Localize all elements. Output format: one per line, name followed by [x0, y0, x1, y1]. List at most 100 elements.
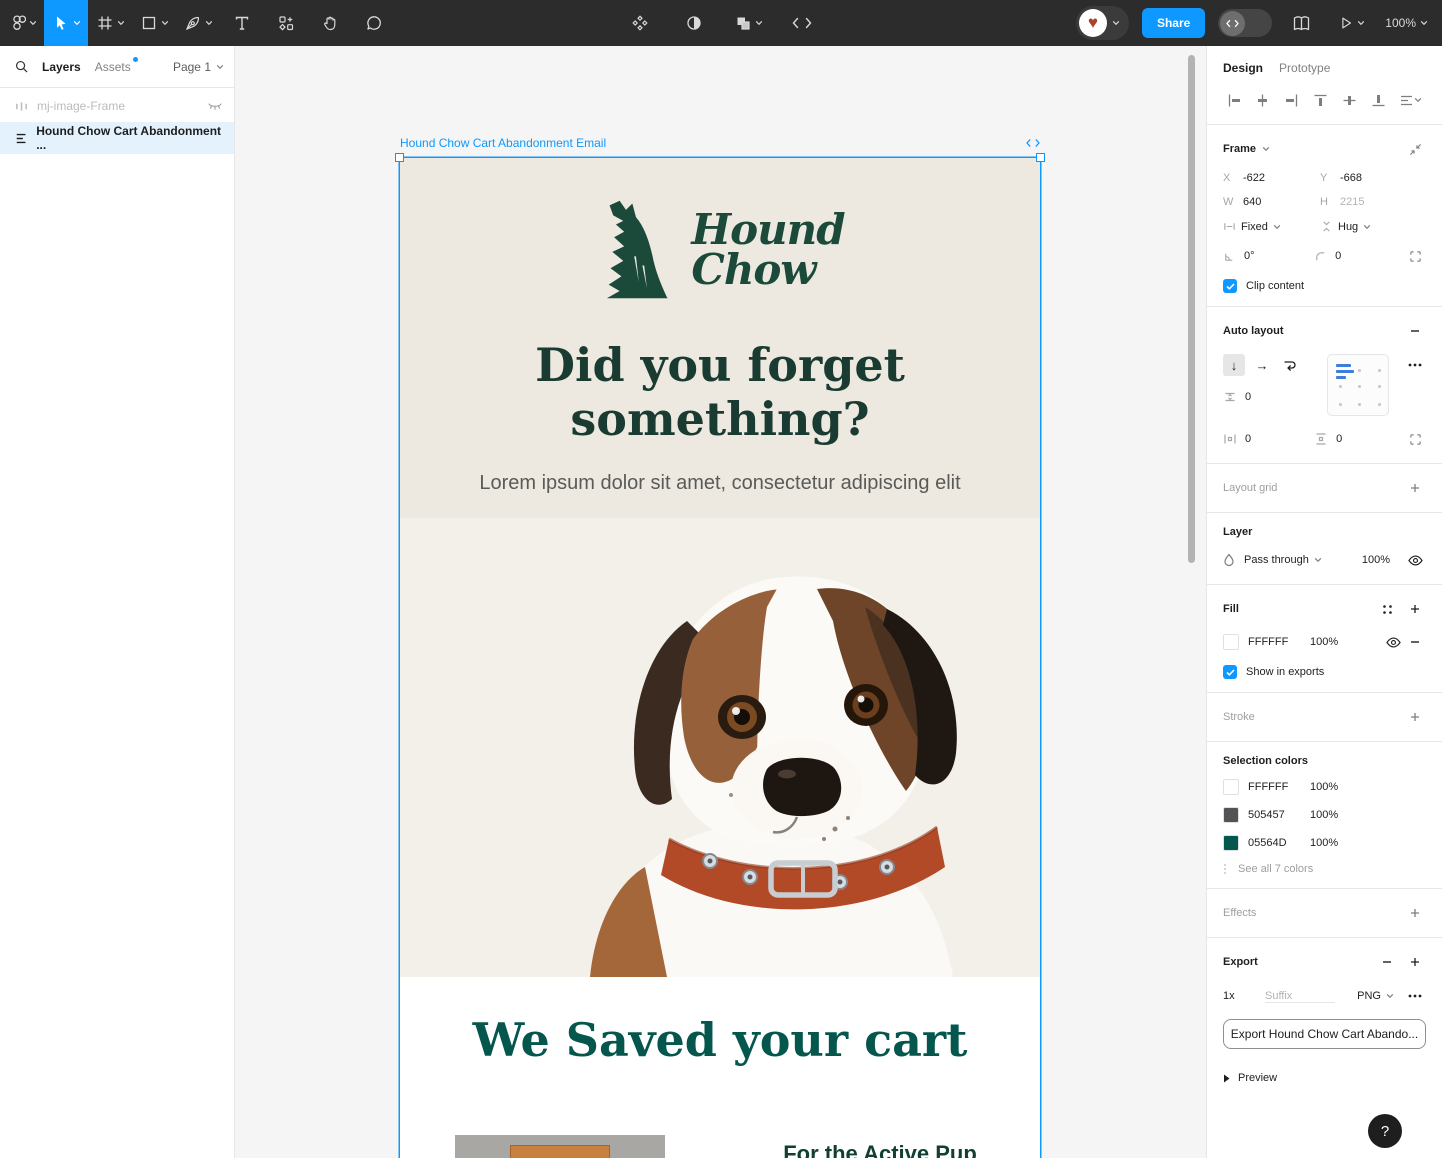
fill-color-swatch[interactable]	[1223, 634, 1239, 650]
remove-auto-layout-icon[interactable]	[1404, 320, 1426, 342]
account-menu[interactable]: ♥	[1076, 6, 1129, 40]
zoom-menu[interactable]: 100%	[1385, 16, 1428, 30]
frame-devmode-icon[interactable]	[1026, 138, 1040, 148]
color-swatch[interactable]	[1223, 779, 1239, 795]
product-image[interactable]	[455, 1135, 665, 1158]
frame-tool-button[interactable]	[88, 0, 132, 46]
search-icon[interactable]	[15, 60, 28, 73]
align-bottom-icon[interactable]	[1367, 89, 1389, 111]
horizontal-sizing-dropdown[interactable]: Fixed	[1223, 220, 1320, 233]
mask-button[interactable]	[672, 0, 716, 46]
hand-tool-button[interactable]	[308, 0, 352, 46]
layout-horizontal-icon[interactable]: →	[1251, 354, 1273, 376]
layer-row-mj-image-frame[interactable]: mj-image-Frame	[0, 90, 234, 122]
library-button[interactable]	[1285, 0, 1318, 46]
main-menu-button[interactable]	[0, 0, 44, 46]
dev-mode-toggle[interactable]	[1218, 9, 1272, 37]
dog-photo[interactable]	[400, 518, 1040, 977]
shape-tool-button[interactable]	[132, 0, 176, 46]
share-button[interactable]: Share	[1142, 8, 1205, 38]
tab-prototype[interactable]: Prototype	[1279, 61, 1330, 75]
add-layout-grid-icon[interactable]	[1404, 477, 1426, 499]
page-selector[interactable]: Page 1	[173, 60, 224, 74]
frame-title-label[interactable]: Hound Chow Cart Abandonment Email	[400, 136, 606, 150]
horizontal-padding-field[interactable]: 0	[1223, 432, 1314, 446]
alignment-grid[interactable]	[1327, 354, 1389, 416]
layer-opacity-field[interactable]: 100%	[1362, 554, 1390, 566]
vertical-sizing-dropdown[interactable]: Hug	[1320, 220, 1417, 233]
help-button[interactable]: ?	[1368, 1114, 1402, 1148]
remove-export-icon[interactable]	[1376, 951, 1398, 973]
layout-vertical-icon[interactable]: ↓	[1223, 354, 1245, 376]
comment-tool-button[interactable]	[352, 0, 396, 46]
align-vertical-center-icon[interactable]	[1338, 89, 1360, 111]
auto-layout-options-icon[interactable]	[1404, 354, 1426, 376]
add-stroke-icon[interactable]	[1404, 706, 1426, 728]
product-title[interactable]: For the Active Pup	[783, 1135, 977, 1158]
color-swatch[interactable]	[1223, 835, 1239, 851]
fill-visibility-icon[interactable]	[1382, 631, 1404, 653]
present-button[interactable]	[1331, 0, 1372, 46]
add-effect-icon[interactable]	[1404, 902, 1426, 924]
selection-color-row[interactable]: 505457 100%	[1223, 807, 1426, 823]
selection-color-row[interactable]: FFFFFF 100%	[1223, 779, 1426, 795]
see-all-colors-link[interactable]: See all 7 colors	[1223, 863, 1426, 875]
boolean-groups-button[interactable]	[726, 0, 770, 46]
individual-padding-icon[interactable]	[1405, 428, 1426, 450]
vertical-padding-field[interactable]: 0	[1314, 432, 1405, 446]
canvas-scrollbar[interactable]	[1188, 55, 1195, 563]
canvas[interactable]: Hound Chow Cart Abandonment Email Hound …	[235, 46, 1206, 1158]
move-tool-button[interactable]	[44, 0, 88, 46]
remove-fill-icon[interactable]	[1404, 631, 1426, 653]
x-field[interactable]: X -622	[1223, 172, 1320, 184]
blend-mode-dropdown[interactable]: Pass through	[1244, 554, 1322, 566]
email-header-section[interactable]: Hound Chow Did you forget something? Lor…	[400, 158, 1040, 977]
export-format-dropdown[interactable]: PNG	[1357, 990, 1394, 1002]
collapse-panel-icon[interactable]	[1404, 138, 1426, 160]
show-in-exports-row[interactable]: Show in exports	[1223, 665, 1426, 679]
export-button[interactable]: Export Hound Chow Cart Abando...	[1223, 1019, 1426, 1049]
align-right-icon[interactable]	[1281, 89, 1303, 111]
independent-corners-icon[interactable]	[1405, 245, 1426, 267]
tab-assets[interactable]: Assets	[95, 60, 131, 74]
color-swatch[interactable]	[1223, 807, 1239, 823]
clip-content-row[interactable]: Clip content	[1223, 279, 1426, 293]
fill-styles-icon[interactable]	[1376, 598, 1398, 620]
rotation-field[interactable]: 0°	[1223, 250, 1314, 263]
y-field[interactable]: Y -668	[1320, 172, 1417, 184]
actions-tool-button[interactable]	[264, 0, 308, 46]
gap-field[interactable]: 0	[1223, 390, 1320, 404]
selection-handle-top-right[interactable]	[1036, 153, 1045, 162]
add-export-icon[interactable]	[1404, 951, 1426, 973]
fill-opacity-field[interactable]: 100%	[1310, 636, 1338, 648]
height-field[interactable]: H 2215	[1320, 196, 1417, 208]
distribute-menu-icon[interactable]	[1396, 89, 1426, 111]
email-subtitle[interactable]: Lorem ipsum dolor sit amet, consectetur …	[400, 472, 1040, 495]
email-headline[interactable]: Did you forget something?	[470, 338, 970, 447]
selection-handle-top-left[interactable]	[395, 153, 404, 162]
tab-layers[interactable]: Layers	[42, 60, 81, 74]
selection-color-row[interactable]: 05564D 100%	[1223, 835, 1426, 851]
email-frame[interactable]: Hound Chow Did you forget something? Lor…	[400, 158, 1040, 1158]
text-tool-button[interactable]	[220, 0, 264, 46]
tab-design[interactable]: Design	[1223, 61, 1263, 75]
component-button[interactable]	[618, 0, 662, 46]
align-top-icon[interactable]	[1309, 89, 1331, 111]
show-in-exports-checkbox[interactable]	[1223, 665, 1237, 679]
layout-wrap-icon[interactable]	[1279, 354, 1301, 376]
brand-logo[interactable]: Hound Chow	[400, 198, 1040, 302]
width-field[interactable]: W 640	[1223, 196, 1320, 208]
align-left-icon[interactable]	[1223, 89, 1245, 111]
saved-cart-title[interactable]: We Saved your cart	[400, 1013, 1040, 1067]
fill-hex-field[interactable]: FFFFFF	[1248, 636, 1310, 648]
export-suffix-input[interactable]	[1265, 990, 1335, 1003]
layer-visibility-icon[interactable]	[1404, 549, 1426, 571]
align-horizontal-center-icon[interactable]	[1252, 89, 1274, 111]
export-scale-dropdown[interactable]: 1x	[1223, 990, 1265, 1002]
add-fill-icon[interactable]	[1404, 598, 1426, 620]
export-options-icon[interactable]	[1404, 985, 1426, 1007]
email-cart-section[interactable]: We Saved your cart For the Active Pup	[400, 977, 1040, 1158]
dev-resources-button[interactable]	[780, 0, 824, 46]
corner-radius-field[interactable]: 0	[1314, 250, 1405, 263]
pen-tool-button[interactable]	[176, 0, 220, 46]
